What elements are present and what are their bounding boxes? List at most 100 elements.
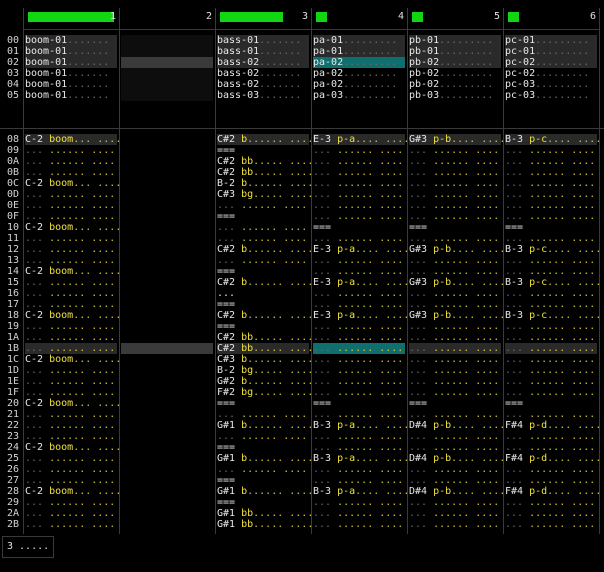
- pattern-cell[interactable]: ... ...... ....: [25, 497, 117, 508]
- pattern-cell[interactable]: ===: [217, 497, 309, 508]
- pattern-cell[interactable]: B-3 p-a.... ....: [313, 420, 409, 431]
- sequence-entry[interactable]: bass-01.......: [217, 35, 309, 46]
- pattern-cell[interactable]: ... ...... ....: [505, 409, 597, 420]
- pattern-cell[interactable]: ... ...... ....: [505, 431, 597, 442]
- pattern-cell[interactable]: D#4 p-b.... ....: [409, 420, 505, 431]
- pattern-cell[interactable]: ... ...... ....: [313, 508, 405, 519]
- pattern-cell[interactable]: ... ...... ....: [313, 233, 405, 244]
- sequence-entry[interactable]: pc-01.........: [505, 35, 597, 46]
- pattern-cell[interactable]: ... ...... ....: [505, 497, 597, 508]
- pattern-cell[interactable]: ... ...... ....: [313, 376, 405, 387]
- pattern-cell[interactable]: C#2 bb..... ....: [217, 343, 313, 354]
- pattern-cell[interactable]: E-3 p-a.... ....: [313, 134, 409, 145]
- pattern-cell[interactable]: ===: [313, 222, 405, 233]
- sequence-entry[interactable]: [121, 90, 213, 101]
- pattern-cell[interactable]: B-3 p-c.... ....: [505, 134, 601, 145]
- pattern-cell[interactable]: C#2 b...... ....: [217, 244, 313, 255]
- pattern-cell[interactable]: ... ...... ....: [313, 497, 405, 508]
- sequence-entry[interactable]: bass-03.......: [217, 90, 309, 101]
- pattern-cell[interactable]: ... ...... ....: [25, 519, 117, 530]
- sequence-entry[interactable]: bass-02.......: [217, 68, 309, 79]
- pattern-cell[interactable]: ... ...... ....: [25, 277, 117, 288]
- pattern-cell[interactable]: ===: [313, 398, 405, 409]
- pattern-cell[interactable]: ... ...... ....: [313, 299, 405, 310]
- pattern-cell[interactable]: C-2 boom... ....: [25, 178, 121, 189]
- pattern-cell[interactable]: ... ...... ....: [505, 343, 597, 354]
- pattern-cell[interactable]: ===: [217, 321, 309, 332]
- track-header-2[interactable]: 2: [120, 8, 215, 30]
- pattern-cell[interactable]: ... ...... ....: [313, 365, 405, 376]
- pattern-cell[interactable]: ... ...... ....: [313, 321, 405, 332]
- pattern-cell[interactable]: ... ...... ....: [409, 343, 501, 354]
- pattern-cell[interactable]: ===: [217, 211, 309, 222]
- pattern-cell[interactable]: ... ...... ....: [25, 189, 117, 200]
- pattern-cell[interactable]: D#4 p-b.... ....: [409, 486, 505, 497]
- pattern-cell[interactable]: ... ...... ....: [313, 167, 405, 178]
- pattern-cell[interactable]: ... ...... ....: [25, 167, 117, 178]
- pattern-cell[interactable]: F#2 bg..... ....: [217, 387, 313, 398]
- pattern-cell[interactable]: ... ...... ....: [505, 145, 597, 156]
- pattern-cell[interactable]: F#4 p-d.... ....: [505, 420, 601, 431]
- pattern-cell[interactable]: ... ...... ....: [313, 387, 405, 398]
- sequence-entry[interactable]: pb-01.........: [409, 46, 501, 57]
- sequence-entry[interactable]: boom-01.......: [25, 79, 117, 90]
- pattern-cell[interactable]: ===: [217, 266, 309, 277]
- pattern-cell[interactable]: ... ...... ....: [505, 178, 597, 189]
- sequence-entry[interactable]: pb-01.........: [409, 35, 501, 46]
- pattern-cell[interactable]: ... ...... ....: [505, 266, 597, 277]
- pattern-cell[interactable]: ... ...... ....: [313, 332, 405, 343]
- pattern-cell[interactable]: ... ...... ....: [505, 189, 597, 200]
- pattern-cell[interactable]: ... ...... ....: [505, 167, 597, 178]
- track-header-3[interactable]: 3: [216, 8, 311, 30]
- pattern-cell[interactable]: ... ...... ....: [409, 288, 501, 299]
- pattern-cell[interactable]: ... ...... ....: [313, 343, 405, 354]
- pattern-cell[interactable]: ... ...... ....: [409, 178, 501, 189]
- pattern-cell[interactable]: G#1 b...... ....: [217, 420, 313, 431]
- pattern-cell[interactable]: ... ...... ....: [505, 365, 597, 376]
- pattern-cell[interactable]: ... ...... ....: [313, 354, 405, 365]
- pattern-cell[interactable]: ... ...... ....: [313, 189, 405, 200]
- pattern-cell[interactable]: E-3 p-a.... ....: [313, 277, 409, 288]
- pattern-cell[interactable]: ... ...... ....: [25, 233, 117, 244]
- pattern-cell[interactable]: ... ...... ....: [505, 321, 597, 332]
- pattern-cell[interactable]: B-2 bg..... ....: [217, 365, 313, 376]
- pattern-cell[interactable]: ===: [217, 145, 309, 156]
- pattern-cell[interactable]: ... ...... ....: [409, 508, 501, 519]
- sequence-entry[interactable]: pa-02.........: [313, 57, 405, 68]
- pattern-cell[interactable]: ... ...... ....: [25, 343, 117, 354]
- sequence-entry[interactable]: boom-01.......: [25, 68, 117, 79]
- pattern-cell[interactable]: ... ...... ....: [409, 365, 501, 376]
- sequence-entry[interactable]: pb-02.........: [409, 57, 501, 68]
- pattern-cell[interactable]: ===: [217, 442, 309, 453]
- pattern-cell[interactable]: B-3 p-a.... ....: [313, 453, 409, 464]
- sequence-entry[interactable]: pa-01.........: [313, 35, 405, 46]
- pattern-cell[interactable]: ===: [409, 398, 501, 409]
- sequence-entry[interactable]: boom-01.......: [25, 46, 117, 57]
- pattern-cell[interactable]: ... ...... ....: [409, 475, 501, 486]
- pattern-cell[interactable]: ... ...... ....: [409, 387, 501, 398]
- sequence-entry[interactable]: pc-02.........: [505, 68, 597, 79]
- pattern-cell[interactable]: ... ...... ....: [25, 321, 117, 332]
- pattern-cell[interactable]: B-2 b...... ....: [217, 178, 313, 189]
- pattern-cell[interactable]: C#2 b...... ....: [217, 277, 313, 288]
- pattern-cell[interactable]: ... ...... ....: [313, 211, 405, 222]
- pattern-cell[interactable]: ... ...... ....: [505, 475, 597, 486]
- pattern-cell[interactable]: G#3 p-b.... ....: [409, 134, 505, 145]
- pattern-cell[interactable]: F#4 p-d.... ....: [505, 486, 601, 497]
- pattern-cell[interactable]: ... ...... ....: [25, 453, 117, 464]
- pattern-cell[interactable]: ... ...... ....: [25, 145, 117, 156]
- pattern-cell[interactable]: ... ...... ....: [25, 255, 117, 266]
- sequence-entry[interactable]: pc-03.........: [505, 79, 597, 90]
- sequence-entry[interactable]: pc-01.........: [505, 46, 597, 57]
- pattern-cell[interactable]: ... ...... ....: [409, 299, 501, 310]
- pattern-cell[interactable]: ... ...... ....: [505, 255, 597, 266]
- sequence-entry[interactable]: boom-01.......: [25, 35, 117, 46]
- pattern-cell[interactable]: ... ...... ....: [505, 288, 597, 299]
- track-header-4[interactable]: 4: [312, 8, 407, 30]
- pattern-cell[interactable]: G#1 b...... ....: [217, 486, 313, 497]
- sequence-entry[interactable]: pc-03.........: [505, 90, 597, 101]
- pattern-cell[interactable]: ... ...... ....: [313, 200, 405, 211]
- pattern-cell[interactable]: ... ...... ....: [25, 387, 117, 398]
- pattern-cell[interactable]: ... ...... ....: [409, 189, 501, 200]
- pattern-cell[interactable]: B-3 p-c.... ....: [505, 310, 601, 321]
